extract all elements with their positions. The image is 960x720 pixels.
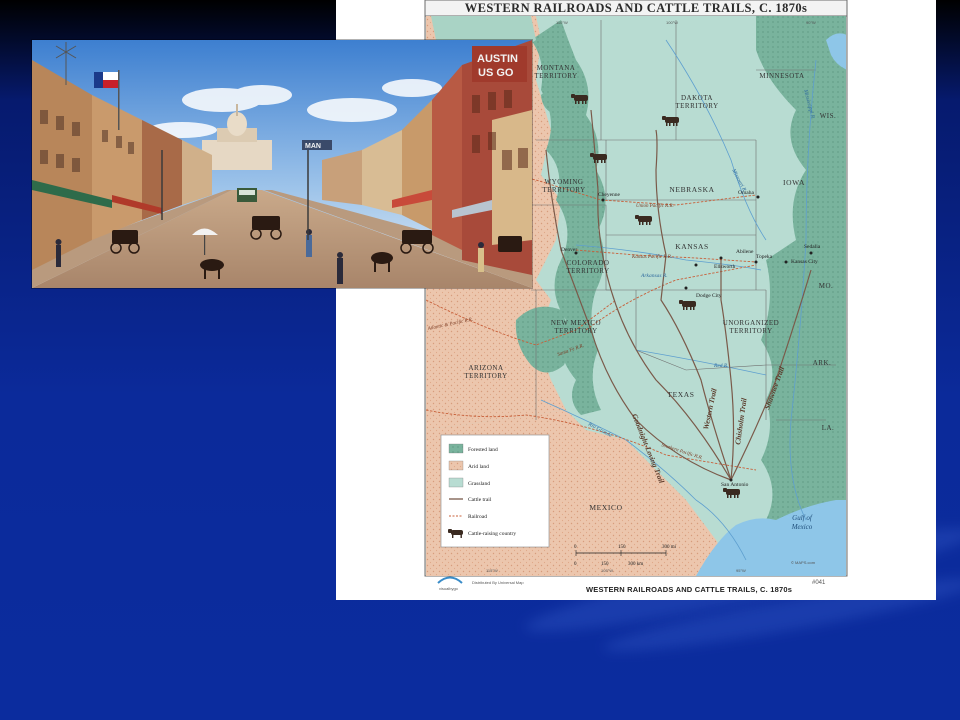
- region-label: LA.: [822, 424, 835, 432]
- city-label: Kansas City: [791, 259, 818, 265]
- gulf-label: Gulf of: [792, 514, 813, 522]
- distributor-text: Distributed By Universal Map: [472, 580, 524, 585]
- region-label: NEW MEXICO: [551, 319, 601, 327]
- region-label: KANSAS: [675, 242, 709, 251]
- shop-sign: MAN: [305, 143, 321, 150]
- longitude-label: 105°W: [601, 568, 613, 573]
- city-label: Abilene: [736, 249, 754, 255]
- region-label: WYOMING: [545, 178, 584, 186]
- legend-label: Arid land: [468, 464, 489, 470]
- railroad-label: Kansas Pacific R.R.: [631, 255, 672, 260]
- svg-text:WYOMINGTERRITORY: WYOMING TERRITORY: [542, 178, 585, 194]
- legend-label: Cattle trail: [468, 497, 492, 503]
- longitude-label: 110°W: [556, 20, 568, 25]
- region-label: WIS.: [820, 112, 837, 120]
- austin-sign: AUSTIN: [477, 53, 518, 65]
- publisher-logo: [437, 576, 463, 584]
- region-label: MINNESOTA: [759, 72, 804, 80]
- map-footer: visualbygo Distributed By Universal Map …: [437, 576, 826, 594]
- legend-label: Railroad: [468, 514, 487, 520]
- austin-street-painting: AUSTIN US GO MAN: [32, 40, 532, 288]
- region-label: TERRITORY: [554, 327, 597, 335]
- city-label: Denver: [561, 247, 577, 253]
- streetcar: [237, 188, 257, 202]
- svg-text:UNORGANIZEDTERRITORY: UNORGANIZED TERRITORY: [723, 319, 779, 335]
- river-label: Red R.: [713, 363, 729, 369]
- region-label: MO.: [819, 282, 834, 290]
- scale-tick: 150: [618, 545, 626, 550]
- legend-swatch-arid: [448, 460, 464, 471]
- region-label: TERRITORY: [566, 267, 609, 275]
- scale-tick: 300 mi: [662, 545, 677, 550]
- svg-text:NEW MEXICOTERRITORY: NEW MEXICO TERRITORY: [551, 319, 601, 335]
- longitude-label: 90°W: [806, 20, 816, 25]
- svg-text:DAKOTATERRITORY: DAKOTA TERRITORY: [675, 94, 718, 110]
- region-label: MEXICO: [589, 503, 622, 512]
- region-label: DAKOTA: [681, 94, 713, 102]
- region-label: TERRITORY: [729, 327, 772, 335]
- region-label: COLORADO: [567, 259, 610, 267]
- map-number: #041: [812, 580, 826, 586]
- region-label: TERRITORY: [675, 102, 718, 110]
- region-label: IOWA: [783, 178, 805, 187]
- publisher-name: visualbygo: [439, 586, 459, 591]
- region-label: TERRITORY: [534, 72, 577, 80]
- legend-swatch-grass: [448, 477, 464, 488]
- longitude-label: 115°W: [486, 568, 498, 573]
- street-scene: AUSTIN US GO MAN: [32, 40, 532, 288]
- region-label: TEXAS: [667, 390, 694, 399]
- scale-tick: 150: [601, 562, 609, 567]
- usgo-sign: US GO: [478, 67, 514, 79]
- copyright: © MAPS.com: [791, 560, 816, 565]
- region-label: TERRITORY: [464, 372, 507, 380]
- legend-label: Forested land: [468, 447, 498, 453]
- map-legend: Forested land Arid land Grassland Cattle…: [440, 434, 550, 548]
- legend-label: Grassland: [468, 481, 490, 487]
- city-label: San Antonio: [721, 482, 749, 488]
- svg-text:MONTANATERRITORY: MONTANA TERRITORY: [534, 64, 577, 80]
- railroad-label: Union Pacific R.R.: [636, 204, 674, 209]
- river-label: Arkansas R.: [640, 273, 668, 279]
- svg-text:COLORADOTERRITORY: COLORADO TERRITORY: [566, 259, 609, 275]
- city-label: Dodge City: [696, 293, 722, 299]
- legend-label: Cattle-raising country: [468, 531, 516, 537]
- region-label: ARK.: [813, 359, 832, 367]
- region-label: TERRITORY: [542, 186, 585, 194]
- region-label: UNORGANIZED: [723, 319, 779, 327]
- city-label: Topeka: [756, 254, 773, 260]
- city-label: Ellsworth: [714, 264, 736, 270]
- region-label: ARIZONA: [469, 364, 504, 372]
- gulf-label: Mexico: [791, 523, 813, 531]
- svg-text:Gulf ofMexico: Gulf of Mexico: [791, 514, 813, 531]
- svg-text:ARIZONATERRITORY: ARIZONA TERRITORY: [464, 364, 507, 380]
- longitude-label: 100°W: [666, 20, 678, 25]
- region-label: NEBRASKA: [669, 185, 714, 194]
- legend-swatch-forest: [448, 443, 464, 454]
- city-label: Cheyenne: [598, 192, 621, 198]
- scale-tick: 300 km: [628, 562, 643, 567]
- region-label: MONTANA: [537, 64, 576, 72]
- map-title: WESTERN RAILROADS AND CATTLE TRAILS, C. …: [465, 1, 808, 15]
- longitude-label: 95°W: [736, 568, 746, 573]
- footer-title: WESTERN RAILROADS AND CATTLE TRAILS, C. …: [586, 585, 792, 594]
- city-label: Sedalia: [804, 244, 821, 250]
